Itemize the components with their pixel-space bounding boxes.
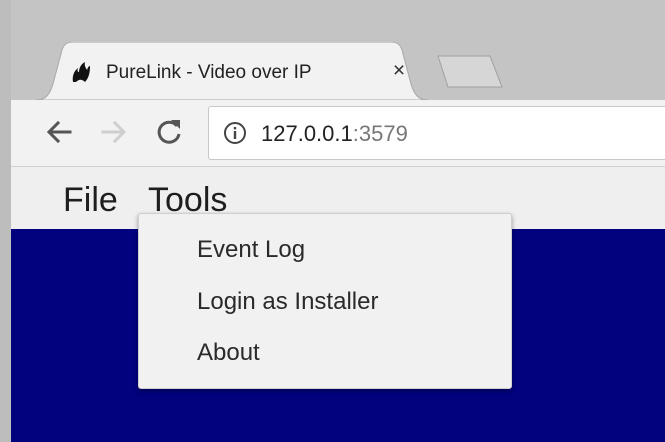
forward-button[interactable]	[98, 116, 130, 148]
arrow-left-icon	[46, 120, 72, 144]
menu-item-login-as-installer[interactable]: Login as Installer	[197, 288, 378, 316]
url-port: :3579	[352, 121, 408, 146]
window-border	[0, 0, 11, 442]
menu-file[interactable]: File	[63, 181, 118, 219]
menu-item-event-log[interactable]: Event Log	[197, 236, 305, 264]
purelink-logo-icon	[69, 60, 93, 84]
new-tab-button[interactable]	[436, 54, 506, 93]
url-host: 127.0.0.1	[261, 121, 353, 146]
info-icon[interactable]	[223, 121, 247, 145]
tools-dropdown-menu: Event Log Login as Installer About	[138, 213, 512, 389]
menu-item-about[interactable]: About	[197, 339, 260, 367]
arrow-right-icon	[101, 120, 127, 144]
url-text: 127.0.0.1:3579	[261, 121, 408, 147]
tab-title: PureLink - Video over IP	[106, 62, 312, 83]
back-button[interactable]	[43, 116, 75, 148]
close-tab-icon[interactable]: ×	[388, 59, 410, 83]
reload-button[interactable]	[153, 116, 185, 148]
browser-tab[interactable]: PureLink - Video over IP ×	[36, 42, 428, 100]
address-bar[interactable]: 127.0.0.1:3579	[208, 106, 665, 160]
reload-icon	[157, 120, 181, 144]
browser-toolbar: 127.0.0.1:3579	[11, 100, 665, 167]
